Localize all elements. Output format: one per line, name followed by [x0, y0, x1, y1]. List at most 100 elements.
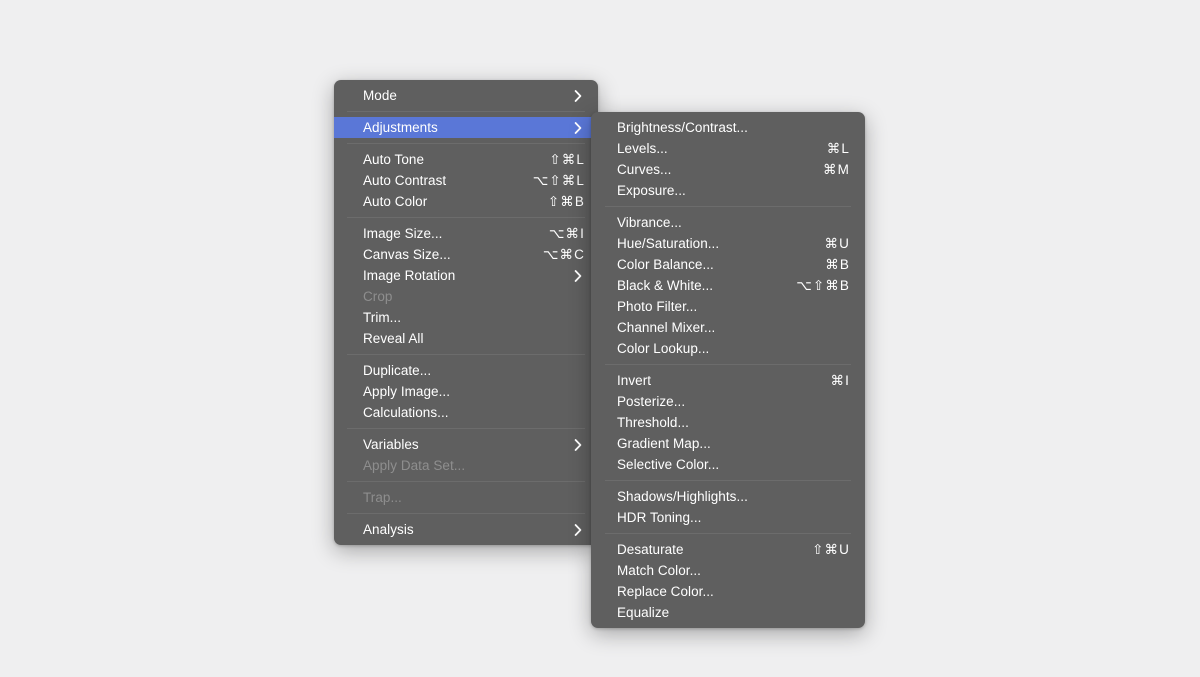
- menu-item-label: Reveal All: [363, 331, 424, 346]
- menu-separator: [347, 354, 585, 355]
- menu-item-label: Invert: [617, 373, 652, 388]
- menu-item-shortcut: ⇧⌘L: [549, 152, 585, 167]
- menu-item-image-size[interactable]: Image Size... ⌥⌘I: [334, 223, 598, 244]
- menu-item-variables[interactable]: Variables: [334, 434, 598, 455]
- menu-item-label: Trim...: [363, 310, 402, 325]
- menu-item-label: Analysis: [363, 522, 414, 537]
- menu-item-calculations[interactable]: Calculations...: [334, 402, 598, 423]
- menu-item-shortcut: ⇧⌘B: [547, 194, 585, 209]
- menu-item-curves[interactable]: Curves... ⌘M: [591, 159, 865, 180]
- menu-item-black-white[interactable]: Black & White... ⌥⇧⌘B: [591, 275, 865, 296]
- menu-item-label: Calculations...: [363, 405, 449, 420]
- menu-item-label: Brightness/Contrast...: [617, 120, 748, 135]
- image-menu[interactable]: Mode Adjustments Auto Tone ⇧⌘L Auto Contrast…: [334, 80, 598, 545]
- menu-item-trim[interactable]: Trim...: [334, 307, 598, 328]
- menu-item-label: Auto Tone: [363, 152, 425, 167]
- menu-item-label: Shadows/Highlights...: [617, 489, 748, 504]
- menu-item-desaturate[interactable]: Desaturate ⇧⌘U: [591, 539, 865, 560]
- menu-item-shortcut: ⌘L: [826, 141, 850, 156]
- menu-item-selective-color[interactable]: Selective Color...: [591, 454, 865, 475]
- menu-item-label: HDR Toning...: [617, 510, 702, 525]
- chevron-right-icon: [571, 523, 585, 537]
- menu-item-shortcut: ⌘I: [830, 373, 850, 388]
- menu-item-label: Variables: [363, 437, 419, 452]
- menu-item-shadows-highlights[interactable]: Shadows/Highlights...: [591, 486, 865, 507]
- menu-item-mode[interactable]: Mode: [334, 85, 598, 106]
- menu-item-photo-filter[interactable]: Photo Filter...: [591, 296, 865, 317]
- menu-item-color-lookup[interactable]: Color Lookup...: [591, 338, 865, 359]
- menu-item-label: Gradient Map...: [617, 436, 711, 451]
- menu-item-duplicate[interactable]: Duplicate...: [334, 360, 598, 381]
- menu-item-label: Crop: [363, 289, 393, 304]
- menu-item-label: Apply Data Set...: [363, 458, 466, 473]
- menu-item-label: Channel Mixer...: [617, 320, 716, 335]
- menu-item-exposure[interactable]: Exposure...: [591, 180, 865, 201]
- menu-item-label: Desaturate: [617, 542, 684, 557]
- menu-item-brightness-contrast[interactable]: Brightness/Contrast...: [591, 117, 865, 138]
- menu-separator: [605, 533, 851, 534]
- adjustments-submenu[interactable]: Brightness/Contrast... Levels... ⌘L Curves.…: [591, 112, 865, 628]
- menu-separator: [347, 111, 585, 112]
- menu-item-shortcut: ⌥⌘I: [548, 226, 585, 241]
- menu-item-label: Mode: [363, 88, 397, 103]
- menu-item-invert[interactable]: Invert ⌘I: [591, 370, 865, 391]
- menu-item-image-rotation[interactable]: Image Rotation: [334, 265, 598, 286]
- menu-item-label: Color Lookup...: [617, 341, 710, 356]
- menu-item-apply-data-set: Apply Data Set...: [334, 455, 598, 476]
- menu-item-label: Image Rotation: [363, 268, 456, 283]
- menu-separator: [605, 364, 851, 365]
- menu-item-analysis[interactable]: Analysis: [334, 519, 598, 540]
- menu-item-label: Exposure...: [617, 183, 686, 198]
- menu-item-label: Match Color...: [617, 563, 701, 578]
- menu-item-shortcut: ⌘B: [825, 257, 850, 272]
- menu-separator: [347, 143, 585, 144]
- menu-item-shortcut: ⇧⌘U: [812, 542, 850, 557]
- chevron-right-icon: [571, 269, 585, 283]
- menu-item-label: Color Balance...: [617, 257, 714, 272]
- menu-item-equalize[interactable]: Equalize: [591, 602, 865, 623]
- menu-item-label: Replace Color...: [617, 584, 714, 599]
- menu-separator: [347, 513, 585, 514]
- menu-item-label: Curves...: [617, 162, 672, 177]
- menu-item-label: Hue/Saturation...: [617, 236, 720, 251]
- menu-item-label: Equalize: [617, 605, 670, 620]
- menu-item-adjustments[interactable]: Adjustments: [334, 117, 598, 138]
- menu-item-shortcut: ⌘M: [823, 162, 850, 177]
- menu-item-shortcut: ⌥⌘C: [542, 247, 585, 262]
- menu-item-gradient-map[interactable]: Gradient Map...: [591, 433, 865, 454]
- menu-item-auto-color[interactable]: Auto Color ⇧⌘B: [334, 191, 598, 212]
- menu-item-label: Auto Color: [363, 194, 428, 209]
- menu-item-canvas-size[interactable]: Canvas Size... ⌥⌘C: [334, 244, 598, 265]
- menu-item-reveal-all[interactable]: Reveal All: [334, 328, 598, 349]
- menu-item-hue-saturation[interactable]: Hue/Saturation... ⌘U: [591, 233, 865, 254]
- menu-item-label: Threshold...: [617, 415, 689, 430]
- chevron-right-icon: [571, 121, 585, 135]
- menu-item-label: Canvas Size...: [363, 247, 451, 262]
- menu-item-levels[interactable]: Levels... ⌘L: [591, 138, 865, 159]
- menu-item-vibrance[interactable]: Vibrance...: [591, 212, 865, 233]
- menu-item-label: Selective Color...: [617, 457, 720, 472]
- menu-item-auto-contrast[interactable]: Auto Contrast ⌥⇧⌘L: [334, 170, 598, 191]
- menu-item-hdr-toning[interactable]: HDR Toning...: [591, 507, 865, 528]
- menu-item-shortcut: ⌥⇧⌘B: [796, 278, 850, 293]
- menu-item-label: Posterize...: [617, 394, 686, 409]
- menu-item-match-color[interactable]: Match Color...: [591, 560, 865, 581]
- menu-item-apply-image[interactable]: Apply Image...: [334, 381, 598, 402]
- menu-item-shortcut: ⌥⇧⌘L: [532, 173, 585, 188]
- menu-item-replace-color[interactable]: Replace Color...: [591, 581, 865, 602]
- menu-separator: [605, 206, 851, 207]
- menu-separator: [347, 428, 585, 429]
- menu-item-channel-mixer[interactable]: Channel Mixer...: [591, 317, 865, 338]
- menu-item-color-balance[interactable]: Color Balance... ⌘B: [591, 254, 865, 275]
- menu-item-label: Duplicate...: [363, 363, 432, 378]
- menu-item-label: Adjustments: [363, 120, 438, 135]
- menu-item-auto-tone[interactable]: Auto Tone ⇧⌘L: [334, 149, 598, 170]
- menu-separator: [347, 481, 585, 482]
- chevron-right-icon: [571, 89, 585, 103]
- menu-item-label: Levels...: [617, 141, 668, 156]
- menu-item-posterize[interactable]: Posterize...: [591, 391, 865, 412]
- menu-item-threshold[interactable]: Threshold...: [591, 412, 865, 433]
- menu-separator: [605, 480, 851, 481]
- menu-item-label: Image Size...: [363, 226, 443, 241]
- menu-item-shortcut: ⌘U: [824, 236, 850, 251]
